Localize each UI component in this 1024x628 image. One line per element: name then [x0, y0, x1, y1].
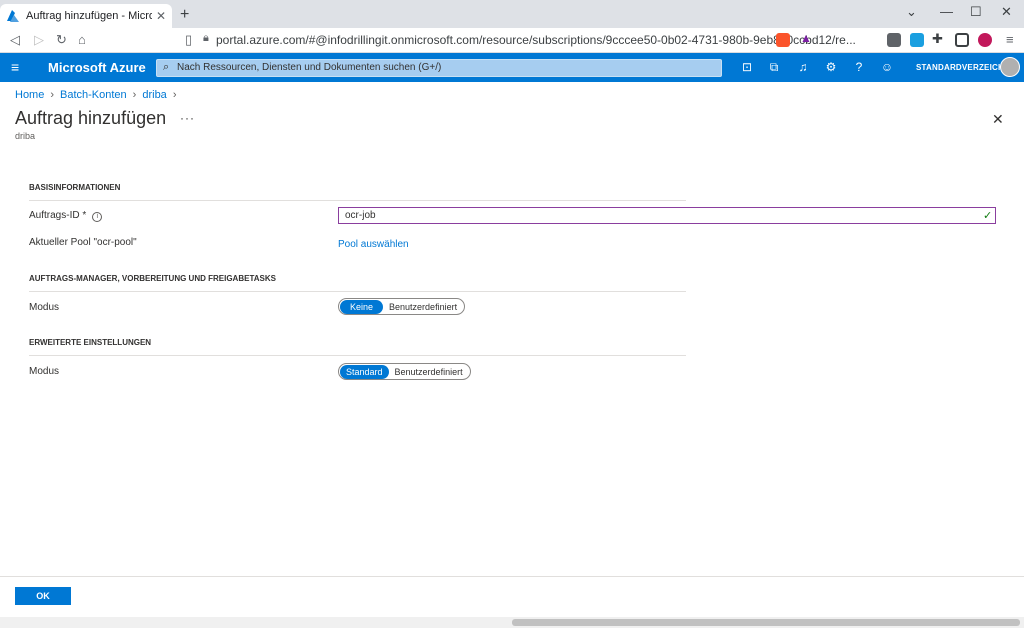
- search-icon: ⌕: [163, 61, 170, 73]
- reload-icon[interactable]: ↻: [56, 32, 67, 48]
- manager-mode-toggle: Keine Benutzerdefiniert: [338, 298, 466, 315]
- advanced-mode-toggle: Standard Benutzerdefiniert: [338, 363, 471, 380]
- brave-shield-icon[interactable]: [776, 33, 790, 47]
- breadcrumb-batch-accounts[interactable]: Batch-Konten: [60, 89, 127, 101]
- mode-label: Modus: [29, 302, 60, 313]
- url-field[interactable]: portal.azure.com/#@infodrillingit.onmicr…: [216, 33, 856, 47]
- back-icon[interactable]: ◁: [10, 32, 20, 48]
- global-search-input[interactable]: ⌕ Nach Ressourcen, Diensten und Dokument…: [156, 59, 722, 77]
- job-id-label-row: Auftrags-ID * i: [29, 210, 103, 222]
- breadcrumb-driba[interactable]: driba: [142, 89, 166, 101]
- mode-option-standard[interactable]: Standard: [340, 364, 389, 379]
- chevron-right-icon: ›: [172, 89, 177, 101]
- azure-header: ≡ Microsoft Azure ⌕ Nach Ressourcen, Die…: [0, 53, 1024, 82]
- home-icon[interactable]: ⌂: [78, 32, 86, 47]
- tab-close-icon[interactable]: ✕: [156, 9, 166, 23]
- lock-icon: 🔒︎: [203, 32, 209, 44]
- tab-title: Auftrag hinzufügen - Microsoft Azure: [26, 10, 152, 22]
- new-tab-button[interactable]: +: [180, 6, 189, 24]
- browser-tab[interactable]: Auftrag hinzufügen - Microsoft Azure ✕: [0, 4, 172, 28]
- job-id-label: Auftrags-ID *: [29, 210, 87, 221]
- mode-option-custom[interactable]: Benutzerdefiniert: [383, 300, 463, 314]
- browser-tab-bar: Auftrag hinzufügen - Microsoft Azure ✕ +…: [0, 0, 1024, 28]
- select-pool-link[interactable]: Pool auswählen: [338, 239, 409, 250]
- feedback-icon[interactable]: ☺: [879, 60, 895, 74]
- current-pool-label: Aktueller Pool "ocr-pool": [29, 237, 137, 248]
- chevron-right-icon: ›: [132, 89, 137, 101]
- tab-search-chevron-icon[interactable]: ⌄: [906, 4, 917, 20]
- valid-check-icon: ✓: [983, 210, 993, 222]
- ok-button[interactable]: OK: [15, 587, 71, 605]
- minimize-icon[interactable]: —: [940, 4, 953, 19]
- help-icon[interactable]: ?: [851, 60, 867, 74]
- browser-menu-icon[interactable]: ≡: [1006, 32, 1014, 47]
- close-blade-icon[interactable]: ✕: [992, 111, 1004, 128]
- forward-icon[interactable]: ▷: [34, 32, 44, 48]
- breadcrumb: Home › Batch-Konten › driba ›: [15, 89, 176, 101]
- notifications-icon[interactable]: ♫: [795, 60, 811, 74]
- mode-label: Modus: [29, 366, 60, 377]
- section-advanced-header: ERWEITERTE EINSTELLUNGEN: [29, 338, 686, 356]
- page-subtitle: driba: [15, 131, 36, 141]
- section-manager-header: AUFTRAGS-MANAGER, VORBEREITUNG UND FREIG…: [29, 274, 686, 292]
- rewards-triangle-icon[interactable]: ▲: [800, 31, 814, 45]
- info-icon[interactable]: i: [92, 212, 103, 222]
- page-title: Auftrag hinzufügen: [15, 108, 167, 128]
- cloud-shell-icon[interactable]: ⊡: [739, 60, 755, 74]
- more-options-icon[interactable]: ···: [180, 111, 195, 125]
- blade-footer: [0, 576, 1024, 616]
- extension-icon[interactable]: [887, 33, 901, 47]
- window-close-icon[interactable]: ✕: [1001, 4, 1012, 20]
- search-placeholder: Nach Ressourcen, Diensten und Dokumenten…: [177, 62, 442, 73]
- maximize-icon[interactable]: ☐: [970, 4, 982, 20]
- settings-gear-icon[interactable]: ⚙: [823, 60, 839, 74]
- avatar[interactable]: [1000, 57, 1020, 77]
- directory-filter-icon[interactable]: ⧉: [766, 60, 782, 75]
- puzzle-icon[interactable]: ✚: [932, 31, 946, 46]
- portal-menu-icon[interactable]: ≡: [11, 59, 19, 75]
- job-id-input[interactable]: [338, 207, 996, 224]
- bookmark-icon[interactable]: ▯: [185, 32, 192, 48]
- section-basic-header: BASISINFORMATIONEN: [29, 183, 686, 201]
- mode-option-none[interactable]: Keine: [340, 299, 384, 314]
- azure-favicon-icon: [7, 10, 19, 22]
- scrollbar-thumb[interactable]: [512, 619, 1020, 626]
- wallet-icon[interactable]: [955, 33, 969, 47]
- breadcrumb-home[interactable]: Home: [15, 89, 44, 101]
- mode-option-custom[interactable]: Benutzerdefiniert: [389, 365, 469, 379]
- extension-cube-icon[interactable]: [910, 33, 924, 47]
- chevron-right-icon: ›: [50, 89, 55, 101]
- brand-label[interactable]: Microsoft Azure: [48, 60, 146, 75]
- address-bar: ◁ ▷ ↻ ⌂ ▯ 🔒︎ portal.azure.com/#@infodril…: [0, 28, 1024, 53]
- profile-icon[interactable]: [978, 33, 992, 47]
